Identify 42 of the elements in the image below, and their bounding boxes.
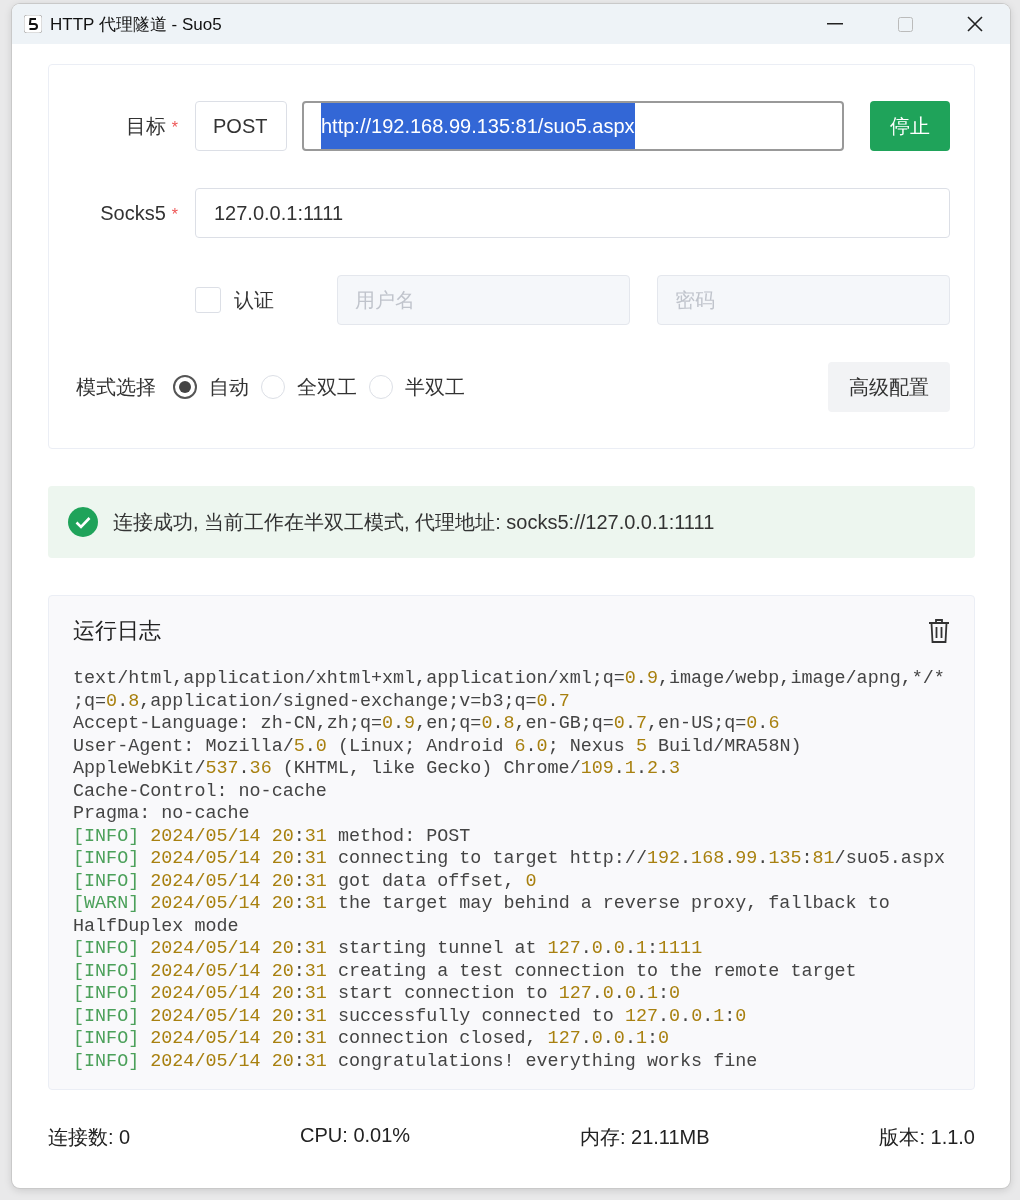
log-line: Cache-Control: no-cache bbox=[73, 780, 328, 803]
status-item: CPU: 0.01% bbox=[300, 1124, 411, 1148]
advanced-config-button[interactable]: 高级配置 bbox=[828, 362, 950, 412]
field-label: Socks5 bbox=[100, 201, 166, 225]
window-title: HTTP 代理隧道 - Suo5 bbox=[50, 13, 223, 36]
log-line: Accept-Language: zh-CN,zh;q=0.9,en;q=0.8,en-GB;q=0.7,en-US;q=0.6 bbox=[73, 713, 781, 736]
field-label: 目标 bbox=[125, 113, 166, 139]
log-line: [INFO] 2024/05/14 20:31 method: POST bbox=[73, 825, 472, 848]
required-mark: * bbox=[171, 118, 178, 137]
log-line: [INFO] 2024/05/14 20:31 successfully connected to 127.0.0.1:0 bbox=[73, 1005, 748, 1028]
log-line: [INFO] 2024/05/14 20:31 got data offset, 0 bbox=[73, 870, 538, 893]
log-line: [INFO] 2024/05/14 20:31 start connection to 127.0.0.1:0 bbox=[73, 983, 682, 1006]
radio-label: 半双工 bbox=[405, 374, 465, 400]
log-line: Pragma: no-cache bbox=[73, 803, 251, 826]
log-line: [INFO] 2024/05/14 20:31 creating a test connection to the remote target bbox=[73, 960, 858, 983]
log-title: 运行日志 bbox=[73, 617, 161, 645]
status-item: 版本: 1.1.0 bbox=[879, 1125, 975, 1150]
log-line: [INFO] 2024/05/14 20:31 connection closed, 127.0.0.1:0 bbox=[73, 1028, 671, 1051]
checkbox-label: 认证 bbox=[234, 287, 275, 313]
app-logo-icon bbox=[24, 15, 42, 33]
status-item: 连接数: 0 bbox=[48, 1125, 131, 1150]
field-label: 模式选择 bbox=[76, 374, 156, 400]
log-line: User-Agent: Mozilla/5.0 (Linux; Android 6.0; Nexus 5 Build/MRA58N) bbox=[73, 735, 803, 758]
radio-label: 自动 bbox=[209, 374, 249, 400]
trash-icon[interactable] bbox=[928, 618, 950, 644]
stop-button[interactable]: 停止 bbox=[870, 101, 950, 151]
log-line: [INFO] 2024/05/14 20:31 connecting to target http://192.168.99.135:81/suo5.aspx bbox=[73, 848, 946, 871]
log-line: [INFO] 2024/05/14 20:31 starting tunnel at 127.0.0.1:1111 bbox=[73, 938, 704, 961]
check-circle-icon bbox=[68, 507, 98, 537]
alert-message: 连接成功, 当前工作在半双工模式, 代理地址: socks5://127.0.0.1:1111 bbox=[113, 509, 715, 535]
minimize-icon[interactable] bbox=[827, 23, 843, 25]
method-select[interactable]: POST bbox=[195, 101, 287, 151]
radio-button[interactable] bbox=[173, 375, 197, 399]
log-line: AppleWebKit/537.36 (KHTML, like Gecko) Chrome/109.1.2.3 bbox=[73, 758, 682, 781]
required-mark: * bbox=[171, 205, 178, 224]
log-line: text/html,application/xhtml+xml,application/xml;q=0.9,image/webp,image/apng,*/*;q=0.8,application/signed-exchange;v=b3;q=0.7 bbox=[73, 668, 946, 713]
log-line: [INFO] 2024/05/14 20:31 congratulations! everything works fine bbox=[73, 1050, 759, 1073]
radio-label: 全双工 bbox=[297, 374, 357, 400]
url-field[interactable]: http://192.168.99.135:81/suo5.aspx bbox=[302, 101, 844, 151]
close-icon[interactable] bbox=[967, 16, 983, 32]
socks5-field[interactable]: 127.0.0.1:1111 bbox=[195, 188, 950, 238]
status-item: 内存: 21.11MB bbox=[579, 1125, 710, 1150]
